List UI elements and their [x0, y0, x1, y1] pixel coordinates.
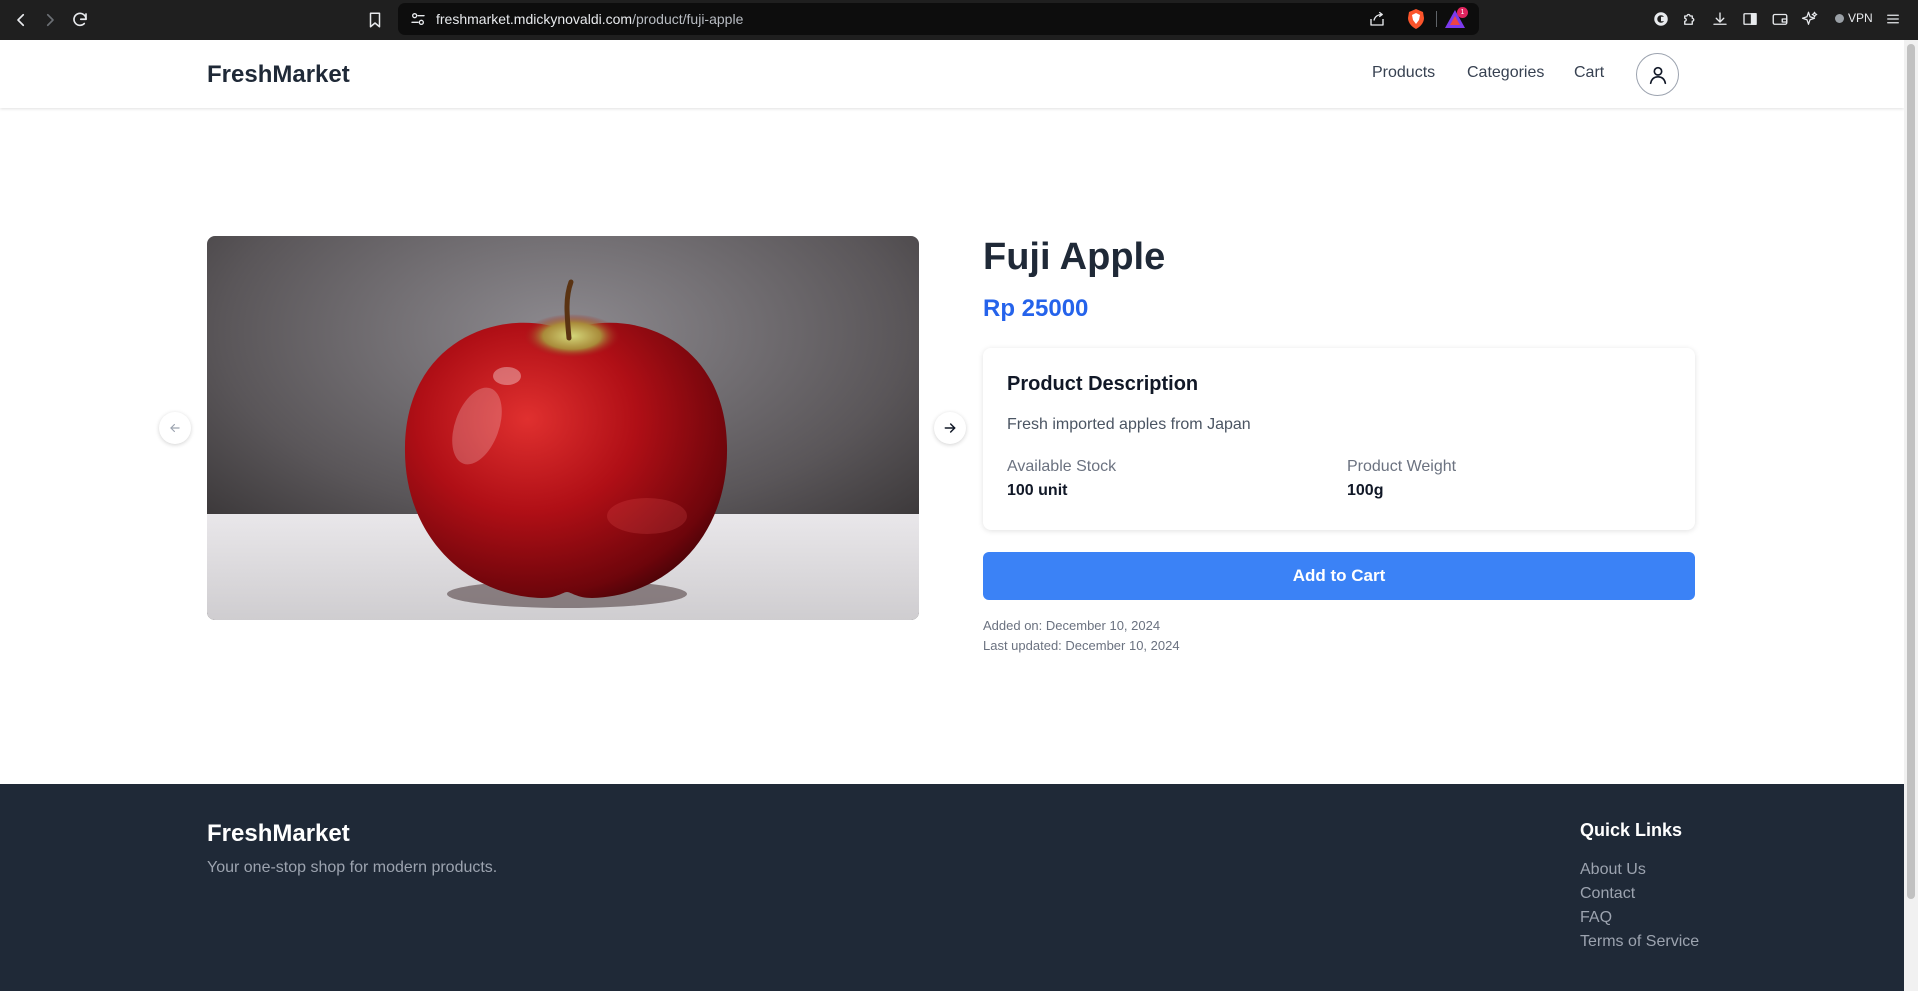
product-price: Rp 25000 [983, 295, 1089, 322]
user-account-button[interactable] [1636, 53, 1679, 96]
url-text: freshmarket.mdickynovaldi.com/product/fu… [436, 11, 744, 27]
wallet-icon[interactable] [1770, 9, 1790, 29]
last-updated-text: Last updated: December 10, 2024 [983, 638, 1180, 653]
share-icon[interactable] [1368, 10, 1386, 28]
carousel-prev-button[interactable] [159, 412, 191, 444]
weight-value: 100g [1347, 482, 1384, 499]
site-footer: FreshMarket Your one-stop shop for moder… [0, 784, 1904, 991]
stock-label: Available Stock [1007, 458, 1117, 475]
nav-products[interactable]: Products [1372, 64, 1435, 82]
extension-c-icon[interactable] [1651, 9, 1671, 29]
product-title: Fuji Apple [983, 236, 1166, 278]
footer-link-about[interactable]: About Us [1580, 861, 1646, 879]
site-header: FreshMarket Products Categories Cart [0, 40, 1904, 108]
scrollbar-thumb[interactable] [1907, 44, 1915, 899]
added-on-text: Added on: December 10, 2024 [983, 618, 1161, 633]
nav-categories[interactable]: Categories [1467, 64, 1544, 82]
vpn-button[interactable]: VPN [1835, 11, 1873, 25]
vpn-label: VPN [1848, 11, 1873, 25]
back-icon[interactable] [8, 7, 34, 33]
footer-tagline: Your one-stop shop for modern products. [207, 859, 498, 876]
download-icon[interactable] [1710, 9, 1730, 29]
site-info-icon[interactable] [410, 11, 426, 27]
stock-value: 100 unit [1007, 482, 1068, 499]
footer-link-terms[interactable]: Terms of Service [1580, 933, 1699, 951]
site-logo[interactable]: FreshMarket [207, 61, 350, 89]
nav-cart[interactable]: Cart [1574, 64, 1604, 82]
user-icon [1649, 66, 1666, 84]
browser-toolbar: freshmarket.mdickynovaldi.com/product/fu… [0, 0, 1918, 40]
rewards-badge: 1 [1457, 7, 1468, 18]
toolbar-separator [1436, 11, 1437, 27]
quick-links-heading: Quick Links [1580, 820, 1683, 840]
weight-label: Product Weight [1347, 458, 1457, 475]
footer-link-contact[interactable]: Contact [1580, 885, 1635, 903]
arrow-left-icon [170, 423, 180, 433]
description-text: Fresh imported apples from Japan [1007, 416, 1251, 433]
forward-icon[interactable] [37, 7, 63, 33]
footer-logo: FreshMarket [207, 820, 350, 847]
add-to-cart-button[interactable]: Add to Cart [983, 552, 1695, 600]
extensions-puzzle-icon[interactable] [1680, 9, 1700, 29]
menu-icon[interactable] [1883, 9, 1903, 29]
page-scrollbar[interactable] [1904, 40, 1918, 991]
brave-shield-icon[interactable] [1406, 8, 1426, 30]
reload-icon[interactable] [67, 7, 93, 33]
carousel-next-button[interactable] [934, 412, 966, 444]
page-viewport: FreshMarket Products Categories Cart Fuj… [0, 40, 1904, 991]
footer-link-faq[interactable]: FAQ [1580, 909, 1612, 927]
leo-ai-icon[interactable] [1800, 9, 1820, 29]
vpn-status-icon [1835, 13, 1844, 23]
sidebar-icon[interactable] [1740, 9, 1760, 29]
product-description-card: Product Description Fresh imported apple… [983, 348, 1695, 530]
description-heading: Product Description [1007, 373, 1199, 395]
product-image [207, 236, 919, 620]
bookmark-icon[interactable] [362, 7, 388, 33]
address-bar[interactable]: freshmarket.mdickynovaldi.com/product/fu… [398, 3, 1479, 35]
arrow-right-icon [944, 423, 956, 433]
